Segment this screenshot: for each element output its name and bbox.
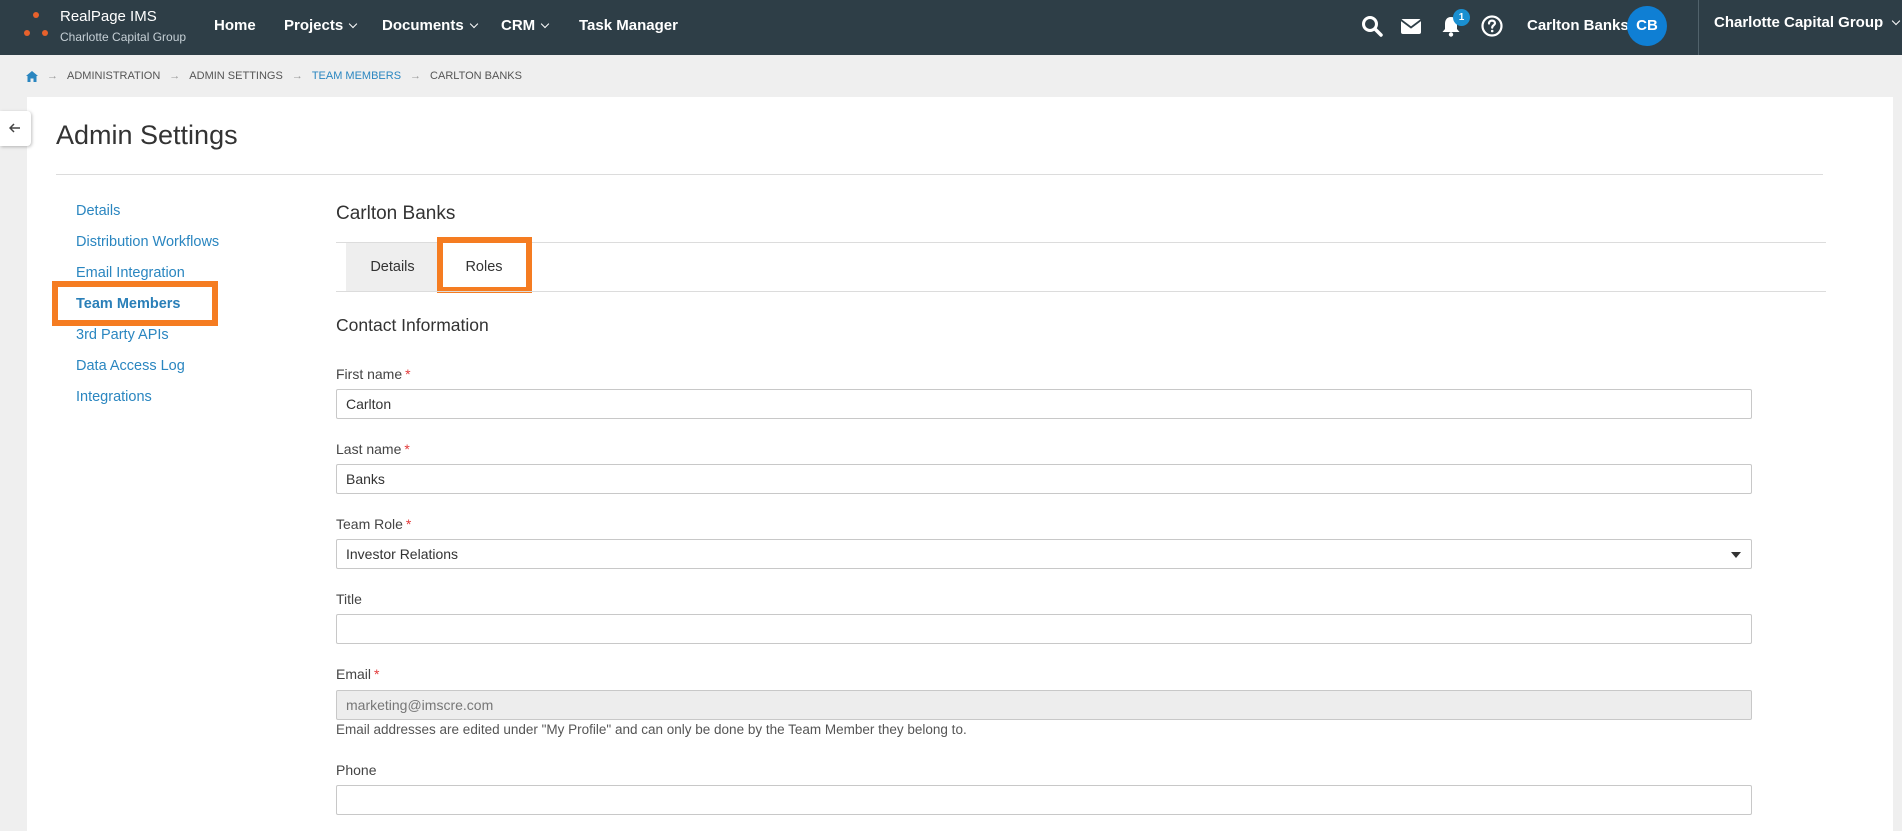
tab-details[interactable]: Details xyxy=(346,243,439,291)
chevron-down-icon xyxy=(1891,16,1901,26)
phone-field[interactable] xyxy=(336,785,1752,815)
help-icon[interactable] xyxy=(1480,14,1504,38)
team-members-highlight xyxy=(52,281,218,326)
chevron-down-icon xyxy=(540,19,550,29)
sidebar-item-integrations[interactable]: Integrations xyxy=(76,389,152,405)
user-name[interactable]: Carlton Banks xyxy=(1527,17,1629,34)
mail-icon[interactable] xyxy=(1399,14,1423,38)
nav-task-manager[interactable]: Task Manager xyxy=(579,17,678,34)
required-marker: * xyxy=(374,666,380,682)
required-marker: * xyxy=(405,366,411,382)
nav-projects[interactable]: Projects xyxy=(284,17,358,34)
team-role-label: Team Role * xyxy=(336,516,412,532)
sidebar-item-data-access-log[interactable]: Data Access Log xyxy=(76,358,185,374)
search-icon[interactable] xyxy=(1360,14,1384,38)
sidebar-item-3rd-party-apis[interactable]: 3rd Party APIs xyxy=(76,327,169,343)
breadcrumb-admin-settings[interactable]: ADMIN SETTINGS xyxy=(189,70,283,82)
sidebar-item-distribution-workflows[interactable]: Distribution Workflows xyxy=(76,234,219,250)
section-title: Contact Information xyxy=(336,315,489,335)
chevron-down-icon xyxy=(469,19,478,29)
tabs-divider-bottom xyxy=(336,291,1826,292)
brand-name[interactable]: RealPage IMS xyxy=(60,8,157,25)
breadcrumb-separator-icon: → xyxy=(410,70,422,82)
phone-label: Phone xyxy=(336,762,377,778)
back-button[interactable] xyxy=(0,111,31,146)
caret-down-icon xyxy=(1731,552,1741,558)
email-help-text: Email addresses are edited under "My Pro… xyxy=(336,722,967,737)
last-name-label: Last name * xyxy=(336,441,410,457)
roles-tab-highlight xyxy=(437,237,532,293)
org-switcher[interactable]: Charlotte Capital Group xyxy=(1714,14,1901,31)
topbar-divider xyxy=(1698,0,1699,55)
team-role-select[interactable]: Investor Relations xyxy=(336,539,1752,569)
nav-home[interactable]: Home xyxy=(214,17,256,34)
notification-badge: 1 xyxy=(1453,9,1470,26)
nav-documents[interactable]: Documents xyxy=(382,17,478,34)
required-marker: * xyxy=(404,441,410,457)
tabs-divider-top xyxy=(336,242,1826,243)
member-name: Carlton Banks xyxy=(336,203,456,224)
home-icon[interactable] xyxy=(26,70,38,82)
breadcrumb-separator-icon: → xyxy=(47,70,58,82)
breadcrumb-separator-icon: → xyxy=(291,70,303,82)
breadcrumb-team-members[interactable]: TEAM MEMBERS xyxy=(312,70,401,82)
first-name-field[interactable]: Carlton xyxy=(336,389,1752,419)
avatar[interactable]: CB xyxy=(1627,6,1667,46)
sidebar-item-details[interactable]: Details xyxy=(76,203,120,219)
breadcrumb-current: CARLTON BANKS xyxy=(430,70,522,82)
title-divider xyxy=(56,174,1823,175)
top-navigation-bar: RealPage IMS Charlotte Capital Group Hom… xyxy=(0,0,1902,55)
email-field: marketing@imscre.com xyxy=(336,690,1752,720)
last-name-field[interactable]: Banks xyxy=(336,464,1752,494)
required-marker: * xyxy=(405,516,412,532)
sidebar-item-email-integration[interactable]: Email Integration xyxy=(76,265,185,281)
title-field[interactable] xyxy=(336,614,1752,644)
breadcrumb-separator-icon: → xyxy=(169,70,181,82)
page-title: Admin Settings xyxy=(56,120,238,150)
realpage-logo-icon[interactable] xyxy=(22,12,52,42)
title-label: Title xyxy=(336,591,362,607)
brand-subtitle: Charlotte Capital Group xyxy=(60,30,187,44)
email-label: Email * xyxy=(336,666,380,682)
breadcrumb: → ADMINISTRATION → ADMIN SETTINGS → TEAM… xyxy=(26,69,522,83)
breadcrumb-administration[interactable]: ADMINISTRATION xyxy=(67,70,160,82)
arrow-left-icon xyxy=(9,123,20,133)
first-name-label: First name * xyxy=(336,366,411,382)
nav-crm[interactable]: CRM xyxy=(501,17,550,34)
chevron-down-icon xyxy=(348,19,358,29)
